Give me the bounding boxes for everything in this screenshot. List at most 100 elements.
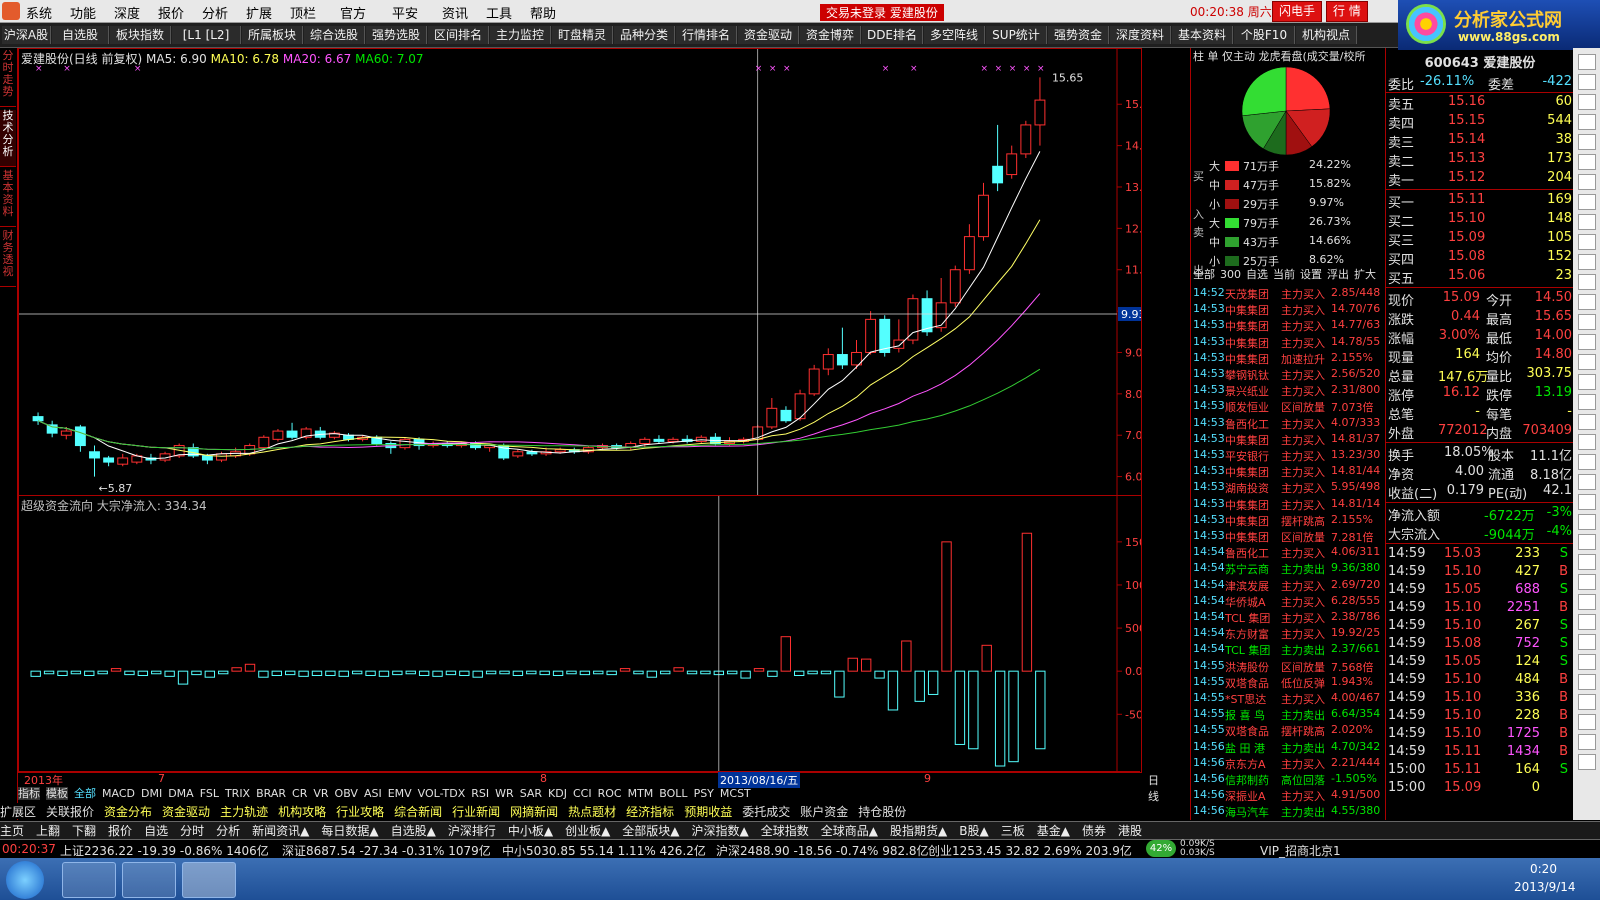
tab-finance[interactable]: 财务透视 xyxy=(0,230,16,287)
ticker-row[interactable]: 14:53 中集集团 主力买入 14.81/14 xyxy=(1193,497,1385,513)
menu-extend[interactable]: 扩展 xyxy=(246,3,272,22)
nav-item-12[interactable]: 创业板▲ xyxy=(565,824,610,838)
toolbar-btn-3[interactable]: [L1 [L2] xyxy=(172,26,241,44)
side-tool-icon-32[interactable] xyxy=(1578,694,1596,710)
ticker-row[interactable]: 14:53 中集集团 加速拉升 2.155% xyxy=(1193,351,1385,367)
side-tool-icon-34[interactable] xyxy=(1578,734,1596,750)
ticker-row[interactable]: 14:53 中集集团 主力买入 14.81/37 xyxy=(1193,432,1385,448)
side-tool-icon-4[interactable] xyxy=(1578,134,1596,150)
side-tool-icon-13[interactable] xyxy=(1578,314,1596,330)
fundflow-chart[interactable]: 超级资金流向 大宗净流入: 334.34 150001000050000.00-… xyxy=(18,495,1142,773)
ticker-row[interactable]: 14:56 信邦制药 高位回落 -1.505% xyxy=(1193,772,1385,788)
indicator-tab-15[interactable]: RSI xyxy=(471,787,489,800)
ticker-row[interactable]: 14:53 中集集团 主力买入 14.77/63 xyxy=(1193,318,1385,334)
ticker-row[interactable]: 14:54 东方财富 主力买入 19.92/25 xyxy=(1193,626,1385,642)
ticker-row[interactable]: 14:53 顺发恒业 区间放量 7.073倍 xyxy=(1193,399,1385,415)
indicator-tab-3[interactable]: MACD xyxy=(102,787,135,800)
ticker-row[interactable]: 14:53 平安银行 主力买入 13.23/30 xyxy=(1193,448,1385,464)
toolbar-btn-4[interactable]: 所属板块 xyxy=(242,26,303,44)
side-tool-icon-8[interactable] xyxy=(1578,214,1596,230)
flow-tab-bar[interactable]: 柱 xyxy=(1193,50,1204,63)
bottom-tab-6[interactable]: 行业攻略 xyxy=(336,805,384,819)
nav-item-18[interactable]: B股▲ xyxy=(959,824,988,838)
side-tool-icon-18[interactable] xyxy=(1578,414,1596,430)
indicator-tab-7[interactable]: TRIX xyxy=(225,787,250,800)
ticker-row[interactable]: 14:53 中集集团 主力买入 14.78/55 xyxy=(1193,335,1385,351)
indicator-tab-14[interactable]: VOL-TDX xyxy=(418,787,466,800)
nav-item-20[interactable]: 基金▲ xyxy=(1037,824,1070,838)
flash-button[interactable]: 闪电手 xyxy=(1272,1,1323,22)
menu-pingan[interactable]: 平安 xyxy=(392,3,418,22)
ticker-row[interactable]: 14:55 洪涛股份 区间放量 7.568倍 xyxy=(1193,659,1385,675)
start-button-icon[interactable] xyxy=(6,861,44,899)
indicator-tab-17[interactable]: SAR xyxy=(520,787,542,800)
hs-index[interactable]: 沪深2488.90 -18.56 -0.74% 982.8亿 xyxy=(716,842,929,859)
cy-index[interactable]: 创业1253.45 32.82 2.69% 203.9亿 xyxy=(928,842,1132,859)
bottom-tab-13[interactable]: 委托成交 xyxy=(742,805,790,819)
side-tool-icon-33[interactable] xyxy=(1578,714,1596,730)
side-tool-icon-14[interactable] xyxy=(1578,334,1596,350)
ticker-row[interactable]: 14:55 报 喜 鸟 主力卖出 6.64/354 xyxy=(1193,707,1385,723)
indicator-tab-18[interactable]: KDJ xyxy=(548,787,567,800)
nav-item-5[interactable]: 分时 xyxy=(180,824,204,838)
indicator-tab-10[interactable]: VR xyxy=(313,787,328,800)
tab-technical[interactable]: 技术分析 xyxy=(0,110,16,167)
toolbar-btn-15[interactable]: 多空阵线 xyxy=(924,26,985,44)
bottom-tab-15[interactable]: 持仓股份 xyxy=(858,805,906,819)
bottom-tab-1[interactable]: 关联报价 xyxy=(46,805,94,819)
nav-item-15[interactable]: 全球指数 xyxy=(761,824,809,838)
side-tool-icon-16[interactable] xyxy=(1578,374,1596,390)
nav-item-4[interactable]: 自选 xyxy=(144,824,168,838)
ticker-row[interactable]: 14:53 中集集团 摆杆跳高 2.155% xyxy=(1193,513,1385,529)
kline-chart[interactable]: 爱建股份(日线 前复权) MA5: 6.90 MA10: 6.78 MA20: … xyxy=(18,48,1142,496)
side-tool-icon-26[interactable] xyxy=(1578,574,1596,590)
side-tool-icon-17[interactable] xyxy=(1578,394,1596,410)
nav-item-2[interactable]: 下翻 xyxy=(72,824,96,838)
indicator-tab-22[interactable]: BOLL xyxy=(659,787,687,800)
bottom-tab-0[interactable]: 扩展区 xyxy=(0,805,36,819)
toolbar-btn-1[interactable]: 自选股 xyxy=(52,26,109,44)
ticker-row[interactable]: 14:53 中集集团 主力买入 14.70/76 xyxy=(1193,302,1385,318)
ticker-row[interactable]: 14:56 深振业A 主力买入 4.91/500 xyxy=(1193,788,1385,804)
indicator-tab-21[interactable]: MTM xyxy=(628,787,654,800)
indicator-tab-24[interactable]: MCST xyxy=(720,787,751,800)
toolbar-btn-5[interactable]: 综合选股 xyxy=(304,26,365,44)
flow-filter-tab-4[interactable]: 设置 xyxy=(1300,268,1322,281)
side-tool-icon-3[interactable] xyxy=(1578,114,1596,130)
nav-item-11[interactable]: 中小板▲ xyxy=(508,824,553,838)
nav-item-10[interactable]: 沪深排行 xyxy=(448,824,496,838)
side-tool-icon-19[interactable] xyxy=(1578,434,1596,450)
ie-icon[interactable] xyxy=(62,862,116,898)
flow-tab-active[interactable]: 仅主动 xyxy=(1222,50,1255,63)
ticker-row[interactable]: 14:56 盐 田 港 主力卖出 4.70/342 xyxy=(1193,740,1385,756)
sz-index[interactable]: 深证8687.54 -27.34 -0.31% 1079亿 xyxy=(282,842,491,859)
nav-item-21[interactable]: 债券 xyxy=(1082,824,1106,838)
side-tool-icon-35[interactable] xyxy=(1578,754,1596,770)
indicator-tab-20[interactable]: ROC xyxy=(598,787,622,800)
indicator-tab-2[interactable]: 全部 xyxy=(74,787,96,800)
quote-button[interactable]: 行 情 xyxy=(1326,1,1368,22)
side-tool-icon-27[interactable] xyxy=(1578,594,1596,610)
bottom-tab-10[interactable]: 热点题材 xyxy=(568,805,616,819)
indicator-tab-8[interactable]: BRAR xyxy=(256,787,286,800)
ask-row[interactable]: 卖一 15.12 204 xyxy=(1388,170,1572,189)
ticker-row[interactable]: 14:52 天茂集团 主力买入 2.85/448 xyxy=(1193,286,1385,302)
menu-tools[interactable]: 工具 xyxy=(486,3,512,22)
side-tool-icon-29[interactable] xyxy=(1578,634,1596,650)
indicator-tab-1[interactable]: 模板 xyxy=(46,787,68,800)
toolbar-btn-0[interactable]: 沪深A股 xyxy=(2,26,51,44)
bid-row[interactable]: 买四 15.08 152 xyxy=(1388,249,1572,268)
side-tool-icon-12[interactable] xyxy=(1578,294,1596,310)
menu-official[interactable]: 官方 xyxy=(340,3,366,22)
side-tool-icon-22[interactable] xyxy=(1578,494,1596,510)
bottom-tab-7[interactable]: 综合新闻 xyxy=(394,805,442,819)
nav-item-8[interactable]: 每日数据▲ xyxy=(321,824,378,838)
nav-item-3[interactable]: 报价 xyxy=(108,824,132,838)
toolbar-btn-20[interactable]: 个股F10 xyxy=(1234,26,1295,44)
toolbar-btn-9[interactable]: 盯盘精灵 xyxy=(552,26,613,44)
side-tool-icon-10[interactable] xyxy=(1578,254,1596,270)
ticker-row[interactable]: 14:55 双塔食品 低位反弹 1.943% xyxy=(1193,675,1385,691)
side-tool-icon-15[interactable] xyxy=(1578,354,1596,370)
toolbar-btn-12[interactable]: 资金驱动 xyxy=(738,26,799,44)
indicator-tab-13[interactable]: EMV xyxy=(388,787,412,800)
